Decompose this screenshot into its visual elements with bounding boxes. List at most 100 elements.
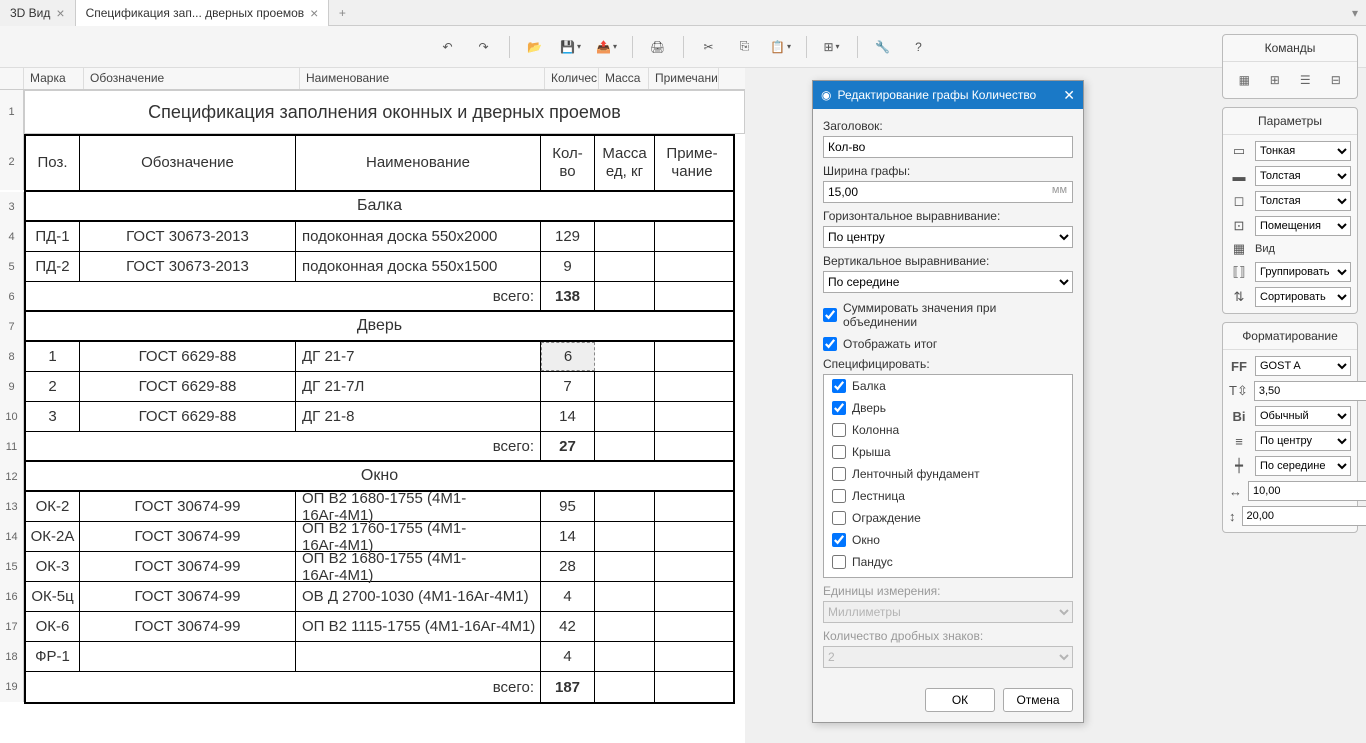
line-outer-select[interactable]: Толстая (1255, 191, 1351, 211)
spec-list[interactable]: БалкаДверьКолоннаКрышаЛенточный фундамен… (823, 374, 1073, 578)
spec-item[interactable]: Ограждение (824, 507, 1072, 529)
cell-des[interactable]: ГОСТ 6629-88 (80, 402, 296, 431)
row-header[interactable]: 8 (0, 342, 24, 372)
tab-specification[interactable]: Спецификация зап... дверных проемов × (76, 0, 330, 26)
cell-note[interactable] (655, 612, 729, 641)
cell-mass[interactable] (595, 402, 655, 431)
rooms-select[interactable]: Помещения (1255, 216, 1351, 236)
cell-note[interactable] (655, 402, 729, 431)
cell-note[interactable] (655, 552, 729, 581)
cell-qty[interactable]: 6 (541, 342, 595, 371)
sort-select[interactable]: Сортировать (1255, 287, 1351, 307)
cell-name[interactable]: ДГ 21-7Л (296, 372, 541, 401)
width1-input[interactable] (1248, 481, 1366, 501)
cell-qty[interactable]: 28 (541, 552, 595, 581)
cell-note[interactable] (655, 252, 729, 281)
dialog-titlebar[interactable]: ◉ Редактирование графы Количество ✕ (813, 81, 1083, 109)
cell-poz[interactable]: ФР-1 (26, 642, 80, 671)
cell-qty[interactable]: 129 (541, 222, 595, 251)
row-header[interactable]: 5 (0, 252, 24, 282)
cell-poz[interactable]: 2 (26, 372, 80, 401)
row-header[interactable]: 15 (0, 552, 24, 582)
cell-mass[interactable] (595, 222, 655, 251)
cell-mass[interactable] (595, 492, 655, 521)
list-icon[interactable]: ☰ (1293, 68, 1317, 92)
cell-mass[interactable] (595, 522, 655, 551)
spec-item[interactable]: Окно (824, 529, 1072, 551)
cell-mass[interactable] (595, 582, 655, 611)
cell-poz[interactable]: ОК-6 (26, 612, 80, 641)
cell-poz[interactable]: ОК-2 (26, 492, 80, 521)
spec-item[interactable]: Крыша (824, 441, 1072, 463)
col-header[interactable]: Наименование (300, 68, 545, 89)
cell-note[interactable] (655, 642, 729, 671)
cell-note[interactable] (655, 522, 729, 551)
cell-mass[interactable] (595, 552, 655, 581)
cell-note[interactable] (655, 582, 729, 611)
cut-button[interactable]: ✂ (694, 32, 724, 62)
cell-mass[interactable] (595, 372, 655, 401)
cell-des[interactable]: ГОСТ 30674-99 (80, 492, 296, 521)
cell-name[interactable]: ОВ Д 2700-1030 (4М1-16Аг-4М1) (296, 582, 541, 611)
cell-des[interactable]: ГОСТ 30673-2013 (80, 252, 296, 281)
cell-des[interactable]: ГОСТ 6629-88 (80, 372, 296, 401)
cell-name[interactable] (296, 642, 541, 671)
save-button[interactable]: 💾▾ (556, 32, 586, 62)
row-header[interactable]: 9 (0, 372, 24, 402)
cell-qty[interactable]: 14 (541, 402, 595, 431)
cell-qty[interactable]: 14 (541, 522, 595, 551)
close-icon[interactable]: ✕ (1063, 87, 1075, 104)
row-header[interactable]: 7 (0, 312, 24, 342)
cell-des[interactable]: ГОСТ 30674-99 (80, 552, 296, 581)
cell-qty[interactable]: 42 (541, 612, 595, 641)
export-button[interactable]: 📤▾ (592, 32, 622, 62)
cell-des[interactable]: ГОСТ 6629-88 (80, 342, 296, 371)
cell-note[interactable] (655, 372, 729, 401)
col-header[interactable]: Количес (545, 68, 599, 89)
row-header[interactable]: 6 (0, 282, 24, 312)
size-input[interactable] (1254, 381, 1366, 401)
cell-qty[interactable]: 95 (541, 492, 595, 521)
cell-poz[interactable]: ОК-5ц (26, 582, 80, 611)
cell-qty[interactable]: 7 (541, 372, 595, 401)
copy-button[interactable]: ⎘ (730, 32, 760, 62)
open-button[interactable]: 📂 (520, 32, 550, 62)
layout-button[interactable]: ⊞▾ (817, 32, 847, 62)
cell-mass[interactable] (595, 342, 655, 371)
cancel-button[interactable]: Отмена (1003, 688, 1073, 712)
col-header[interactable]: Масса (599, 68, 649, 89)
tab-3d-view[interactable]: 3D Вид × (0, 0, 76, 26)
cell-qty[interactable]: 4 (541, 642, 595, 671)
weight-select[interactable]: Обычный (1255, 406, 1351, 426)
col-header[interactable]: Примечани (649, 68, 719, 89)
cell-poz[interactable]: ОК-3 (26, 552, 80, 581)
row-header[interactable]: 13 (0, 492, 24, 522)
row-header[interactable]: 10 (0, 402, 24, 432)
cell-name[interactable]: ОП В2 1115-1755 (4М1-16Аг-4М1) (296, 612, 541, 641)
group-select[interactable]: Группировать (1255, 262, 1351, 282)
col-header[interactable]: Обозначение (84, 68, 300, 89)
cell-name[interactable]: ОП В2 1760-1755 (4М1-16Аг-4М1) (296, 522, 541, 551)
row-header[interactable]: 1 (0, 90, 24, 134)
spec-item[interactable]: Балка (824, 375, 1072, 397)
row-header[interactable]: 19 (0, 672, 24, 702)
delete-icon[interactable]: ⊟ (1324, 68, 1348, 92)
row-header[interactable]: 14 (0, 522, 24, 552)
cell-des[interactable]: ГОСТ 30674-99 (80, 582, 296, 611)
halign-select[interactable]: По центру (1255, 431, 1351, 451)
row-header[interactable]: 4 (0, 222, 24, 252)
cell-des[interactable]: ГОСТ 30674-99 (80, 612, 296, 641)
cell-qty[interactable]: 4 (541, 582, 595, 611)
spec-item[interactable]: Лестница (824, 485, 1072, 507)
cell-poz[interactable]: 3 (26, 402, 80, 431)
cell-mass[interactable] (595, 252, 655, 281)
cell-des[interactable]: ГОСТ 30674-99 (80, 522, 296, 551)
cell-des[interactable] (80, 642, 296, 671)
close-icon[interactable]: × (310, 5, 318, 21)
row-header[interactable]: 17 (0, 612, 24, 642)
cell-note[interactable] (655, 222, 729, 251)
spec-item[interactable]: Ленточный фундамент (824, 463, 1072, 485)
cell-name[interactable]: подоконная доска 550х2000 (296, 222, 541, 251)
view-label[interactable]: Вид (1255, 243, 1351, 255)
row-header[interactable]: 12 (0, 462, 24, 492)
